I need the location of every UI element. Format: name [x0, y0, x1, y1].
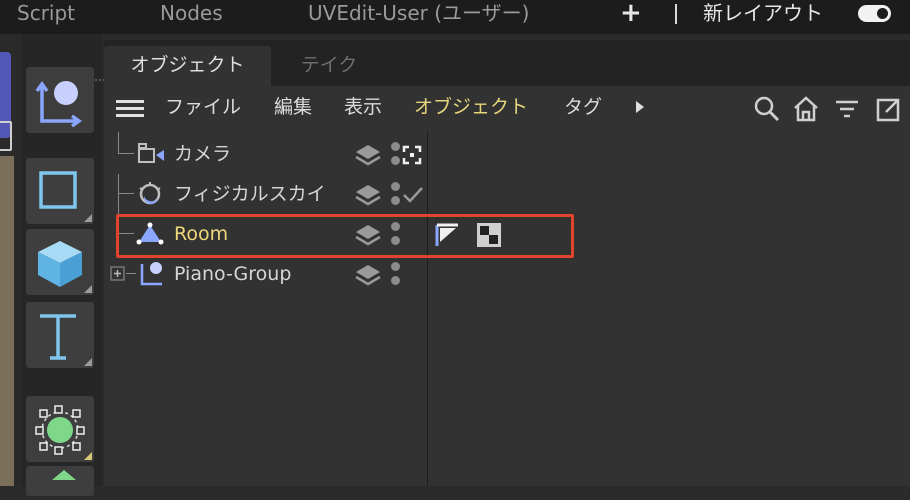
layout-tab-nodes[interactable]: Nodes [160, 0, 223, 26]
menu-object[interactable]: オブジェクト [414, 86, 528, 128]
menu-view[interactable]: 表示 [344, 86, 382, 128]
menu-tag[interactable]: タグ [564, 86, 602, 128]
viewport-frame [0, 121, 12, 151]
menu-more-arrow-icon[interactable] [636, 101, 644, 113]
expand-icon[interactable] [110, 266, 126, 282]
popout-icon[interactable] [872, 94, 902, 124]
null-group-icon [140, 262, 162, 286]
object-manager-menu: ファイル 編集 表示 オブジェクト タグ [104, 86, 910, 130]
check-icon[interactable] [401, 184, 425, 206]
visibility-dots[interactable] [391, 262, 400, 288]
layout-toggle[interactable] [858, 5, 891, 22]
layout-tab-script[interactable]: Script [17, 0, 75, 26]
layer-icon[interactable] [354, 182, 382, 206]
null-object-tool[interactable] [26, 67, 94, 133]
focus-target-icon[interactable] [401, 144, 423, 166]
tool-palette [22, 34, 118, 496]
tree-row-piano-group[interactable]: Piano-Group [104, 254, 910, 294]
viewport-preview [0, 156, 14, 486]
object-name[interactable]: Piano-Group [174, 254, 291, 294]
hamburger-menu-icon[interactable] [116, 100, 144, 118]
cube-tool[interactable] [26, 229, 94, 295]
top-layout-bar: Script Nodes UVEdit-User (ユーザー) + 新レイアウト [0, 0, 910, 34]
text-tool[interactable] [26, 302, 94, 368]
add-layout-button[interactable]: + [620, 0, 642, 26]
object-name[interactable]: カメラ [174, 134, 231, 174]
physical-sky-icon [139, 182, 161, 205]
tab-takes[interactable]: テイク [274, 46, 384, 86]
home-icon[interactable] [791, 94, 821, 124]
object-tree: カメラ フィジカルスカイ Room Piano-Group [104, 132, 910, 486]
tab-objects[interactable]: オブジェクト [104, 46, 271, 86]
menu-edit[interactable]: 編集 [274, 86, 312, 128]
deformer-icon [52, 470, 76, 480]
layer-icon[interactable] [354, 262, 382, 286]
spline-rectangle-tool[interactable] [26, 158, 94, 224]
object-name[interactable]: フィジカルスカイ [174, 174, 326, 214]
tree-row-physical-sky[interactable]: フィジカルスカイ [104, 174, 910, 214]
generator-tool[interactable] [26, 396, 94, 462]
topbar-divider [675, 4, 677, 24]
new-layout-label[interactable]: 新レイアウト [703, 0, 823, 26]
menu-file[interactable]: ファイル [165, 86, 241, 128]
layout-tab-uvedit-user[interactable]: UVEdit-User (ユーザー) [308, 0, 529, 26]
object-manager-panel: オブジェクト テイク ファイル 編集 表示 オブジェクト タグ カメラ フィジカ… [104, 40, 910, 486]
null-object-icon [35, 80, 83, 128]
camera-icon [138, 143, 164, 163]
visibility-dots[interactable] [391, 182, 400, 208]
panel-tabs: オブジェクト テイク [104, 40, 910, 86]
filter-icon[interactable] [832, 94, 862, 124]
highlight-box [116, 214, 574, 258]
visibility-dots[interactable] [391, 142, 400, 168]
viewport-edge [0, 34, 22, 486]
tree-row-camera[interactable]: カメラ [104, 132, 910, 174]
deformer-tool[interactable] [26, 466, 94, 496]
search-icon[interactable] [752, 94, 782, 124]
layer-icon[interactable] [354, 142, 382, 166]
